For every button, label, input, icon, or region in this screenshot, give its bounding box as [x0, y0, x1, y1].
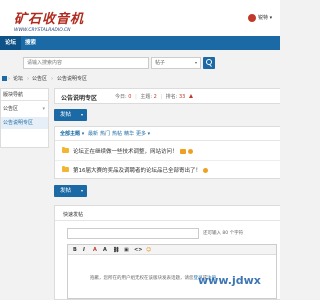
filter-all-threads[interactable]: 全部主题 ▾ — [60, 127, 84, 141]
new-post-label: 发帖 — [60, 188, 72, 194]
editor-toolbar: B I A A ⛓ ▣ <> ☺ — [68, 245, 276, 255]
divider — [55, 220, 280, 221]
font-color-icon[interactable]: A — [93, 245, 97, 255]
forum-header: 公告说明专区 今日: 0 | 主题: 2 | 排名: 33 — [54, 88, 280, 104]
stat-label: 今日: — [115, 94, 127, 100]
stat-rank-value: 33 — [178, 94, 186, 100]
stat-threads-value: 2 — [153, 94, 157, 100]
thread-title[interactable]: 论坛正在继续做一些技术调整，网站访问！ — [73, 147, 193, 155]
table-row[interactable]: 论坛正在继续做一些技术调整，网站访问！ — [55, 142, 280, 161]
search-input[interactable] — [24, 58, 148, 68]
table-row[interactable]: 第16届大赛的奖品及调聘者的论坛品已全部寄出了！ — [55, 161, 280, 180]
sidebar-item-label: 公告说明专区 — [3, 120, 34, 126]
italic-icon[interactable]: I — [83, 245, 85, 255]
search-scope-select[interactable]: 帖子 ▾ — [151, 57, 201, 69]
watermark: www.jdwx — [198, 274, 261, 287]
chevron-down-icon: ▾ — [42, 106, 45, 112]
arrow-up-icon — [188, 94, 193, 98]
breadcrumb-item-forum[interactable]: 论坛 — [13, 74, 23, 84]
folder-icon — [62, 147, 69, 153]
filter-hot-posts[interactable]: 热帖 — [112, 127, 122, 141]
sidebar-header: 版块导航 — [1, 89, 48, 101]
main-nav: 论坛 搜索 — [0, 36, 280, 50]
site-logo[interactable]: 矿石收音机 WWW.CRYSTALRADIO.CN — [14, 8, 84, 33]
smiley-icon[interactable]: ☺ — [146, 245, 151, 255]
emoji-icon — [203, 168, 209, 173]
nav-item-forum[interactable]: 论坛 — [0, 36, 22, 50]
filter-hot[interactable]: 热门 — [100, 127, 110, 141]
thread-title-text: 第16届大赛的奖品及调聘者的论坛品已全部寄出了！ — [73, 168, 202, 174]
new-post-label: 发帖 — [60, 112, 72, 118]
breadcrumb-item-announcements[interactable]: 公告区 — [32, 74, 47, 84]
bold-icon[interactable]: B — [73, 245, 77, 255]
background-color-icon[interactable]: A — [103, 245, 107, 255]
breadcrumb-separator: › — [27, 76, 29, 82]
folder-icon — [62, 166, 69, 172]
subject-input[interactable] — [67, 228, 199, 239]
search-box — [23, 57, 149, 69]
char-count-hint: 还可输入 80 个字符 — [203, 231, 244, 236]
site-header: 矿石收音机 WWW.CRYSTALRADIO.CN 锐特 ▾ — [0, 0, 280, 36]
stat-label: 主题: — [140, 94, 153, 100]
chevron-down-icon: ▾ — [194, 60, 197, 65]
search-button[interactable] — [203, 57, 215, 69]
sidebar-item-announcements[interactable]: 公告区 ▾ — [1, 103, 48, 115]
link-icon[interactable]: ⛓ — [113, 245, 119, 255]
search-scope-label: 帖子 — [155, 60, 166, 66]
chevron-down-icon: ▾ — [80, 188, 83, 193]
page: 矿石收音机 WWW.CRYSTALRADIO.CN 锐特 ▾ 论坛 搜索 帖子 … — [0, 0, 280, 300]
sidebar: 版块导航 公告区 ▾ 公告说明专区 — [0, 88, 49, 148]
quick-post-title: 快速发帖 — [63, 212, 84, 218]
chevron-down-icon: ▾ — [80, 112, 83, 117]
new-post-button[interactable]: 发帖 ▾ — [54, 109, 87, 121]
notice-text: 抱歉，您所在的用户组无权在该版块发表话题，请您 — [90, 276, 194, 281]
forum-stats: 今日: 0 | 主题: 2 | 排名: 33 — [115, 93, 193, 100]
new-post-button-bottom[interactable]: 发帖 ▾ — [54, 185, 87, 197]
thread-title-text: 论坛正在继续做一些技术调整，网站访问！ — [73, 149, 178, 155]
breadcrumb-item-notice-board[interactable]: 公告说明专区 — [57, 74, 87, 84]
sidebar-item-label: 公告区 — [3, 106, 19, 112]
post-editor[interactable]: B I A A ⛓ ▣ <> ☺ 抱歉，您所在的用户组无权在该版块发表话题，请您… — [67, 244, 277, 299]
divider: | — [160, 94, 163, 100]
filter-latest[interactable]: 最新 — [88, 127, 98, 141]
thread-list: 全部主题 ▾ 最新 热门 热帖 精华 更多 ▾ 论坛正在继续做一些技术调整，网站… — [54, 126, 280, 179]
filter-digest[interactable]: 精华 — [124, 127, 134, 141]
code-icon[interactable]: <> — [134, 245, 142, 255]
emoji-icon — [187, 149, 193, 154]
avatar[interactable] — [248, 14, 256, 22]
thread-filter-bar: 全部主题 ▾ 最新 热门 热帖 精华 更多 ▾ — [55, 127, 280, 141]
divider: | — [135, 94, 137, 100]
filter-more[interactable]: 更多 ▾ — [136, 127, 150, 141]
thread-title[interactable]: 第16届大赛的奖品及调聘者的论坛品已全部寄出了！ — [73, 166, 209, 174]
logo-url: WWW.CRYSTALRADIO.CN — [14, 28, 71, 33]
emoji-icon — [179, 149, 186, 154]
image-icon[interactable]: ▣ — [124, 245, 129, 255]
logo-text: 矿石收音机 — [14, 12, 85, 27]
home-icon[interactable] — [2, 76, 7, 81]
stat-label: 排名: — [165, 94, 178, 100]
page-title: 公告说明专区 — [61, 95, 98, 102]
breadcrumb: › 论坛 › 公告区 › 公告说明专区 — [0, 74, 280, 84]
user-menu[interactable]: 锐特 ▾ — [258, 14, 272, 21]
breadcrumb-separator: › — [8, 76, 10, 82]
stat-today-value: 0 — [128, 94, 132, 100]
breadcrumb-separator: › — [51, 76, 53, 82]
nav-item-search[interactable]: 搜索 — [20, 36, 41, 50]
sidebar-item-notice-board[interactable]: 公告说明专区 — [1, 117, 48, 129]
